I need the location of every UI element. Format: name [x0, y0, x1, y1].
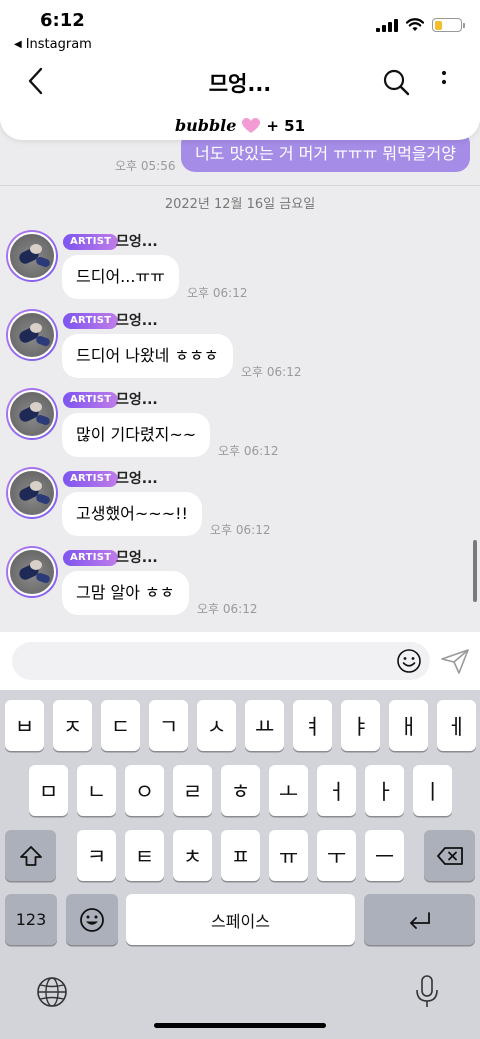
artist-avatar[interactable] [6, 388, 58, 440]
keyboard-key[interactable]: ㅁ [29, 765, 68, 816]
message-time: 오후 06:12 [241, 365, 302, 379]
sender-name: 므엉... [116, 313, 158, 329]
received-message-bubble[interactable]: 그맘 알아 ㅎㅎ [62, 571, 189, 615]
message-row: ARTIST 므엉... 드디어...ㅠㅠ 오후 06:12 [0, 230, 480, 309]
globe-icon[interactable] [36, 976, 68, 1008]
message-time: 오후 06:12 [218, 444, 279, 458]
date-divider: 2022년 12월 16일 금요일 [164, 197, 316, 212]
bubble-logo: bubble [174, 116, 237, 135]
message-row: ARTIST 므엉... 고생했어~~~!! 오후 06:12 [0, 467, 480, 546]
sender-name: 므엉... [116, 392, 158, 408]
paper-plane-icon[interactable] [440, 647, 470, 675]
artist-badge: ARTIST [63, 471, 119, 487]
return-key[interactable] [364, 894, 475, 945]
heart-icon [242, 117, 261, 133]
smiley-icon[interactable] [396, 648, 422, 674]
artist-badge: ARTIST [63, 550, 119, 566]
emoji-keyboard-icon [80, 907, 104, 932]
artist-avatar[interactable] [6, 546, 58, 598]
sender-name: 므엉... [116, 234, 158, 250]
bubble-subscription-bar[interactable]: bubble + 51 [0, 116, 480, 135]
keyboard-key[interactable]: ㅌ [125, 830, 164, 881]
message-time: 오후 06:12 [187, 286, 248, 300]
back-triangle-icon: ◀ [14, 39, 22, 50]
artist-avatar[interactable] [6, 230, 58, 282]
keyboard-key[interactable]: ㅐ [389, 700, 428, 751]
more-vertical-icon[interactable] [432, 66, 456, 98]
backspace-icon [436, 846, 463, 865]
avatar-photo [8, 469, 56, 517]
sent-message-time: 오후 05:56 [115, 159, 176, 173]
keyboard-key[interactable]: ㄴ [77, 765, 116, 816]
avatar-photo [8, 548, 56, 596]
keyboard-key[interactable]: ㅡ [365, 830, 404, 881]
cellular-signal-icon [376, 18, 398, 32]
home-indicator [154, 1023, 326, 1028]
keyboard-key[interactable]: ㅜ [317, 830, 356, 881]
keyboard-key[interactable]: ㅊ [173, 830, 212, 881]
keyboard-key[interactable]: ㅏ [365, 765, 404, 816]
keyboard-key[interactable]: ㅕ [293, 700, 332, 751]
battery-level [434, 20, 442, 30]
back-to-app-link[interactable]: ◀ Instagram [14, 37, 92, 52]
keyboard-key[interactable]: ㅂ [5, 700, 44, 751]
message-time: 오후 06:12 [197, 602, 258, 616]
received-message-bubble[interactable]: 고생했어~~~!! [62, 492, 202, 536]
return-icon [409, 911, 430, 929]
wifi-icon [406, 18, 424, 31]
sender-name: 므엉... [116, 550, 158, 566]
keyboard-key[interactable]: ㅎ [221, 765, 260, 816]
message-row: ARTIST 므엉... 드디어 나왔네 ㅎㅎㅎ 오후 06:12 [0, 309, 480, 388]
received-message-bubble[interactable]: 드디어 나왔네 ㅎㅎㅎ [62, 334, 233, 378]
message-row: ARTIST 므엉... 많이 기다렸지~~ 오후 06:12 [0, 388, 480, 467]
avatar-photo [8, 232, 56, 280]
artist-badge: ARTIST [63, 392, 119, 408]
artist-avatar[interactable] [6, 467, 58, 519]
date-divider-line [0, 185, 480, 186]
received-message-bubble[interactable]: 드디어...ㅠㅠ [62, 255, 179, 299]
message-time: 오후 06:12 [210, 523, 271, 537]
keyboard-key[interactable]: ㅑ [341, 700, 380, 751]
message-input[interactable] [12, 642, 430, 680]
keyboard-key[interactable]: ㅇ [125, 765, 164, 816]
battery-icon [432, 18, 465, 32]
keyboard-key[interactable]: ㄷ [101, 700, 140, 751]
keyboard-key[interactable]: ㅣ [413, 765, 452, 816]
message-row: ARTIST 므엉... 그맘 알아 ㅎㅎ 오후 06:12 [0, 546, 480, 625]
status-time: 6:12 [40, 10, 85, 31]
keyboard-key[interactable]: ㅋ [77, 830, 116, 881]
artist-avatar[interactable] [6, 309, 58, 361]
received-message-bubble[interactable]: 많이 기다렸지~~ [62, 413, 211, 457]
keyboard-key[interactable]: ㅛ [245, 700, 284, 751]
keyboard-key[interactable]: ㅗ [269, 765, 308, 816]
numbers-key[interactable]: 123 [5, 894, 57, 945]
keyboard-key[interactable]: ㅍ [221, 830, 260, 881]
avatar-photo [8, 390, 56, 438]
back-app-label: Instagram [25, 37, 92, 52]
keyboard-key[interactable]: ㅓ [317, 765, 356, 816]
sender-name: 므엉... [116, 471, 158, 487]
keyboard-key[interactable]: ㅈ [53, 700, 92, 751]
shift-key[interactable] [5, 830, 56, 881]
artist-badge: ARTIST [63, 234, 119, 250]
bubble-count: + 51 [266, 116, 306, 135]
keyboard-key[interactable]: ㅅ [197, 700, 236, 751]
artist-badge: ARTIST [63, 313, 119, 329]
keyboard: ㅂㅈㄷㄱㅅㅛㅕㅑㅐㅔ ㅁㄴㅇㄹㅎㅗㅓㅏㅣ ㅋㅌㅊㅍㅠㅜㅡ 123 스페이스 [0, 690, 480, 1039]
keyboard-key[interactable]: ㅔ [437, 700, 476, 751]
status-indicators [376, 18, 465, 32]
keyboard-key[interactable]: ㄱ [149, 700, 188, 751]
avatar-photo [8, 311, 56, 359]
backspace-key[interactable] [424, 830, 475, 881]
keyboard-key[interactable]: ㅠ [269, 830, 308, 881]
emoji-key[interactable] [66, 894, 118, 945]
search-icon[interactable] [380, 66, 412, 98]
mic-icon[interactable] [414, 974, 440, 1010]
space-key[interactable]: 스페이스 [126, 894, 355, 945]
chat-header: 6:12 ◀ Instagram 므엉... bubble + 51 [0, 0, 480, 140]
scrollbar[interactable] [473, 540, 477, 602]
keyboard-key[interactable]: ㄹ [173, 765, 212, 816]
shift-icon [19, 845, 42, 866]
